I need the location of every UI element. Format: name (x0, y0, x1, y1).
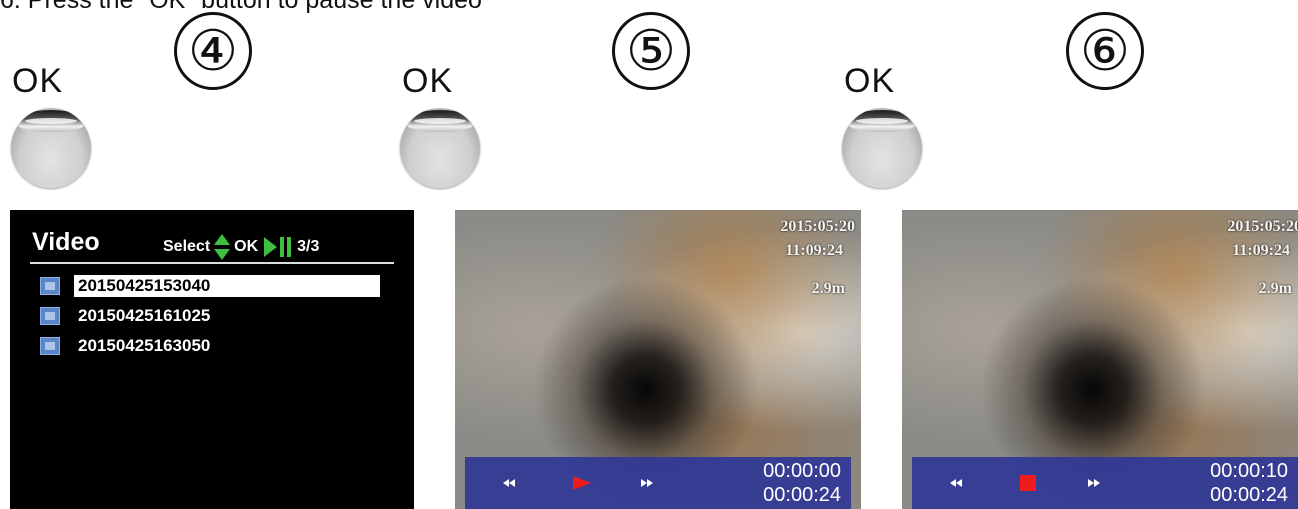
video-file-icon (40, 307, 60, 325)
header-divider (30, 262, 394, 264)
video-list-title: Video (32, 228, 100, 256)
overlay-distance: 2.9m (811, 280, 845, 297)
fast-forward-button[interactable] (641, 457, 653, 509)
stop-button[interactable] (1020, 457, 1036, 509)
ok-label: OK (12, 62, 64, 100)
fast-forward-icon (1088, 479, 1100, 487)
overlay-time: 11:09:24 (785, 242, 843, 259)
overlay-distance: 2.9m (1258, 280, 1292, 297)
video-file-icon (40, 337, 60, 355)
overlay-date: 2015:05:20 (780, 218, 855, 235)
instruction-text: 6. Press the "OK" button to pause the vi… (0, 0, 482, 14)
hint-ok-label: OK (234, 238, 259, 255)
step-number-6: ⑥ (1066, 12, 1144, 90)
list-item[interactable]: 20150425153040 (40, 274, 380, 298)
hint-select-label: Select (163, 238, 211, 255)
list-item[interactable]: 20150425161025 (40, 304, 210, 328)
play-button[interactable] (573, 457, 591, 509)
file-count: 3/3 (297, 238, 320, 255)
total-time: 00:00:24 (1210, 484, 1288, 506)
file-name: 20150425163050 (78, 336, 211, 355)
file-name: 20150425161025 (78, 306, 211, 325)
current-time: 00:00:00 (763, 460, 841, 482)
navigation-hint: Select OK 3/3 (163, 234, 319, 260)
step-number-4: ④ (174, 12, 252, 90)
ok-label: OK (402, 62, 454, 100)
rewind-button[interactable] (503, 457, 515, 509)
rewind-icon (950, 479, 962, 487)
ok-label: OK (844, 62, 896, 100)
ok-button[interactable] (842, 108, 922, 188)
play-pause-icon (264, 237, 292, 257)
paused-screen: 2015:05:20 11:09:24 2.9m 00:00:10 00:00:… (902, 210, 1298, 509)
time-display: 00:00:00 00:00:24 (763, 459, 841, 507)
ok-button[interactable] (11, 108, 91, 188)
step-number-5: ⑤ (612, 12, 690, 90)
total-time: 00:00:24 (763, 484, 841, 506)
time-display: 00:00:10 00:00:24 (1210, 459, 1288, 507)
fast-forward-button[interactable] (1088, 457, 1100, 509)
current-time: 00:00:10 (1210, 460, 1288, 482)
rewind-button[interactable] (950, 457, 962, 509)
fast-forward-icon (641, 479, 653, 487)
up-down-arrows-icon (213, 234, 231, 260)
rewind-icon (503, 479, 515, 487)
stop-icon (1020, 475, 1036, 491)
file-name: 20150425153040 (74, 275, 380, 297)
playback-control-bar: 00:00:00 00:00:24 (465, 457, 851, 509)
ok-button[interactable] (400, 108, 480, 188)
overlay-date: 2015:05:20 (1227, 218, 1298, 235)
video-list-screen: Video Select OK 3/3 20150425153040 20150… (10, 210, 414, 509)
list-item[interactable]: 20150425163050 (40, 334, 210, 358)
video-file-icon (40, 277, 60, 295)
play-icon (573, 476, 591, 490)
playback-screen: 2015:05:20 11:09:24 2.9m 00:00:00 00:00:… (455, 210, 861, 509)
playback-control-bar: 00:00:10 00:00:24 (912, 457, 1298, 509)
overlay-time: 11:09:24 (1232, 242, 1290, 259)
